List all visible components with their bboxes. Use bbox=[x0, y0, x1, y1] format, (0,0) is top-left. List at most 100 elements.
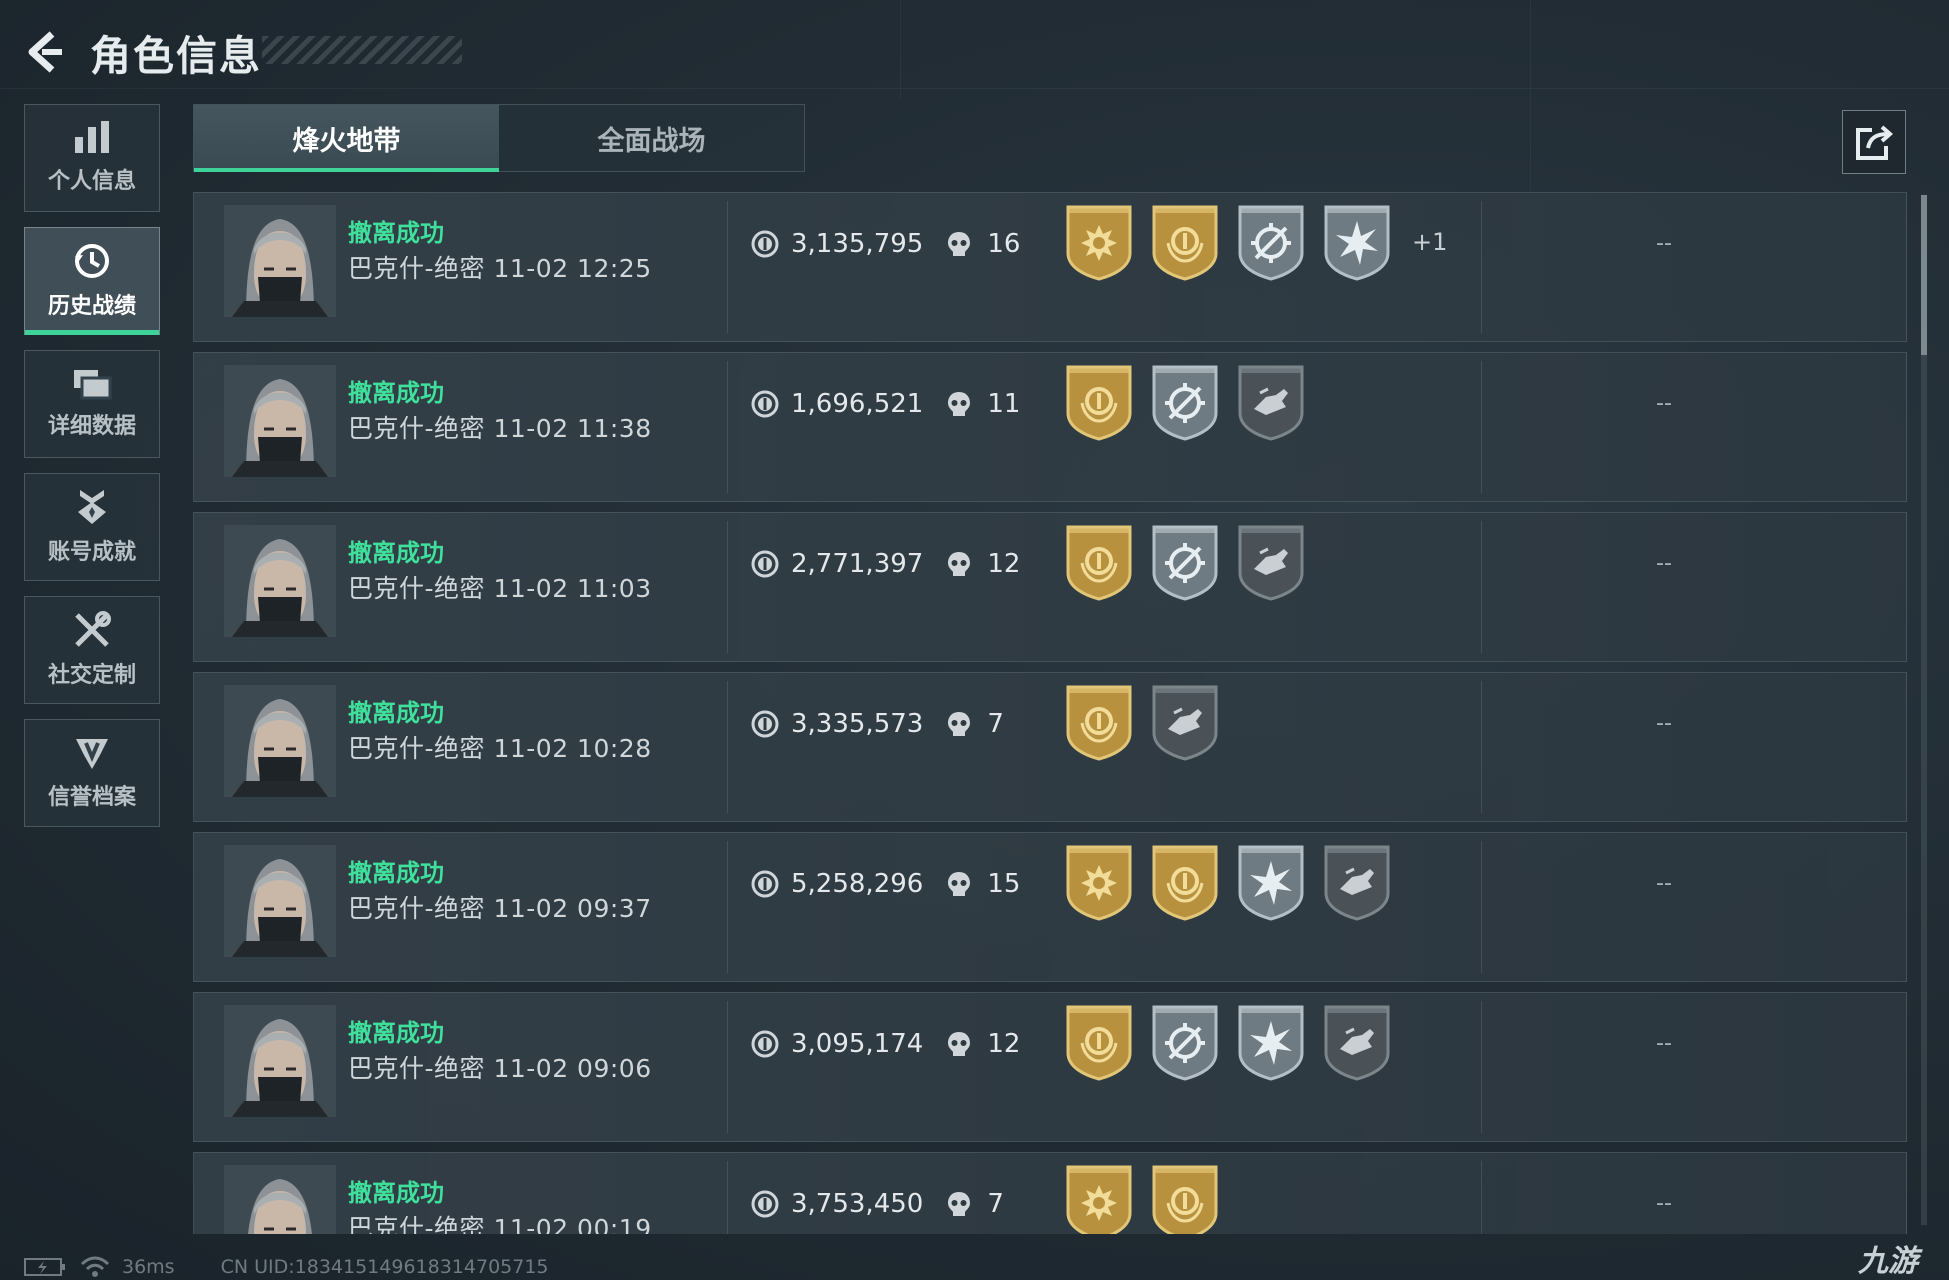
column-divider bbox=[727, 681, 728, 813]
gold-wreath-medal-icon[interactable] bbox=[1150, 203, 1220, 281]
gold-wreath-medal-icon[interactable] bbox=[1150, 1163, 1220, 1234]
list-scrollbar[interactable] bbox=[1921, 195, 1927, 1225]
back-arrow-icon[interactable] bbox=[20, 28, 68, 76]
silver-burst-medal-icon[interactable] bbox=[1236, 843, 1306, 921]
page-title: 角色信息 bbox=[90, 32, 262, 80]
rating-value: -- bbox=[1656, 1191, 1672, 1216]
bar-chart-icon bbox=[75, 121, 109, 153]
coin-icon bbox=[751, 390, 779, 418]
extract-status: 撤离成功 bbox=[348, 379, 444, 407]
extract-status: 撤离成功 bbox=[348, 859, 444, 887]
skull-icon bbox=[948, 552, 971, 576]
more-medals-count[interactable]: +1 bbox=[1412, 228, 1447, 256]
map-and-time: 巴克什-绝密 11-02 09:06 bbox=[348, 1054, 652, 1083]
rating-value: -- bbox=[1656, 711, 1672, 736]
loot-value: 3,335,573 bbox=[791, 709, 924, 739]
column-divider bbox=[1481, 361, 1482, 493]
map-and-time: 巴克什-绝密 11-02 11:03 bbox=[348, 574, 652, 603]
gold-wreath-medal-icon[interactable] bbox=[1064, 523, 1134, 601]
sidebar-item-credit[interactable]: 信誉档案 bbox=[24, 719, 160, 827]
medal-list bbox=[1064, 363, 1322, 441]
dark-hand-medal-icon[interactable] bbox=[1150, 683, 1220, 761]
dark-hand-medal-icon[interactable] bbox=[1322, 843, 1392, 921]
match-record-row[interactable]: 撤离成功 巴克什-绝密 11-02 11:38 1,696,521 11 -- bbox=[193, 352, 1907, 502]
skull-icon bbox=[948, 1192, 971, 1216]
kill-count: 12 bbox=[987, 1029, 1021, 1059]
match-record-row[interactable]: 撤离成功 巴克什-绝密 11-02 10:28 3,335,573 7 -- bbox=[193, 672, 1907, 822]
loot-value: 2,771,397 bbox=[791, 549, 924, 579]
gold-wreath-medal-icon[interactable] bbox=[1064, 1003, 1134, 1081]
column-divider bbox=[727, 201, 728, 333]
coin-icon bbox=[751, 710, 779, 738]
match-record-row[interactable]: 撤离成功 巴克什-绝密 11-02 00:19 3,753,450 7 -- bbox=[193, 1152, 1907, 1234]
match-record-row[interactable]: 撤离成功 巴克什-绝密 11-02 09:06 3,095,174 12 -- bbox=[193, 992, 1907, 1142]
extract-status: 撤离成功 bbox=[348, 1179, 444, 1207]
dark-hand-medal-icon[interactable] bbox=[1236, 363, 1306, 441]
loot-value-group: 3,135,795 16 bbox=[751, 229, 1020, 259]
kill-count: 7 bbox=[987, 1189, 1004, 1219]
loot-value-group: 3,753,450 7 bbox=[751, 1189, 1004, 1219]
sidebar-item-detail-data[interactable]: 详细数据 bbox=[24, 350, 160, 458]
medal-list bbox=[1064, 1163, 1236, 1234]
skull-icon bbox=[948, 392, 971, 416]
operator-avatar bbox=[224, 1165, 336, 1234]
rating-value: -- bbox=[1656, 391, 1672, 416]
column-divider bbox=[727, 521, 728, 653]
rating-value: -- bbox=[1656, 231, 1672, 256]
watermark-logo: 九游 bbox=[1858, 1244, 1918, 1279]
medal-list bbox=[1064, 683, 1236, 761]
silver-target-medal-icon[interactable] bbox=[1150, 523, 1220, 601]
sidebar-item-personal-info[interactable]: 个人信息 bbox=[24, 104, 160, 212]
sidebar-item-label: 社交定制 bbox=[47, 663, 136, 688]
operator-avatar bbox=[224, 685, 336, 797]
silver-target-medal-icon[interactable] bbox=[1236, 203, 1306, 281]
match-record-row[interactable]: 撤离成功 巴克什-绝密 11-02 12:25 3,135,795 16 +1 -- bbox=[193, 192, 1907, 342]
operator-avatar bbox=[224, 205, 336, 317]
medal-list: +1 bbox=[1064, 203, 1447, 281]
scrollbar-thumb[interactable] bbox=[1921, 195, 1927, 355]
battery-icon bbox=[24, 1258, 65, 1276]
column-divider bbox=[1481, 841, 1482, 973]
share-export-icon bbox=[1856, 125, 1894, 160]
operator-avatar bbox=[224, 1005, 336, 1117]
sidebar-item-label: 账号成就 bbox=[47, 540, 136, 565]
column-divider bbox=[1481, 1001, 1482, 1133]
gold-wreath-medal-icon[interactable] bbox=[1064, 363, 1134, 441]
share-button[interactable] bbox=[1842, 110, 1906, 174]
extract-status: 撤离成功 bbox=[348, 539, 444, 567]
match-record-row[interactable]: 撤离成功 巴克什-绝密 11-02 09:37 5,258,296 15 -- bbox=[193, 832, 1907, 982]
dark-hand-medal-icon[interactable] bbox=[1322, 1003, 1392, 1081]
map-and-time: 巴克什-绝密 11-02 11:38 bbox=[348, 414, 652, 443]
sidebar-item-label: 历史战绩 bbox=[47, 294, 136, 319]
extract-status: 撤离成功 bbox=[348, 699, 444, 727]
gold-wreath-medal-icon[interactable] bbox=[1150, 843, 1220, 921]
gold-sun-medal-icon[interactable] bbox=[1064, 1163, 1134, 1234]
rating-value: -- bbox=[1656, 871, 1672, 896]
tools-icon bbox=[75, 611, 111, 647]
silver-burst-medal-icon[interactable] bbox=[1322, 203, 1392, 281]
stacked-cards-icon bbox=[74, 370, 112, 400]
tab-full-battlefield[interactable]: 全面战场 bbox=[499, 105, 804, 171]
silver-target-medal-icon[interactable] bbox=[1150, 363, 1220, 441]
rating-value: -- bbox=[1656, 551, 1672, 576]
gold-wreath-medal-icon[interactable] bbox=[1064, 683, 1134, 761]
sidebar-item-label: 详细数据 bbox=[47, 414, 136, 439]
dark-hand-medal-icon[interactable] bbox=[1236, 523, 1306, 601]
gold-sun-medal-icon[interactable] bbox=[1064, 203, 1134, 281]
loot-value: 3,135,795 bbox=[791, 229, 924, 259]
sidebar-item-achievements[interactable]: 账号成就 bbox=[24, 473, 160, 581]
sidebar-item-social[interactable]: 社交定制 bbox=[24, 596, 160, 704]
operator-avatar bbox=[224, 525, 336, 637]
loot-value-group: 3,335,573 7 bbox=[751, 709, 1004, 739]
column-divider bbox=[1481, 521, 1482, 653]
medal-list bbox=[1064, 843, 1408, 921]
silver-target-medal-icon[interactable] bbox=[1150, 1003, 1220, 1081]
sidebar-item-match-history[interactable]: 历史战绩 bbox=[24, 227, 160, 335]
tab-hazard-zone[interactable]: 烽火地带 bbox=[194, 105, 499, 172]
sidebar-item-label: 信誉档案 bbox=[47, 785, 136, 810]
match-record-row[interactable]: 撤离成功 巴克什-绝密 11-02 11:03 2,771,397 12 -- bbox=[193, 512, 1907, 662]
silver-burst-medal-icon[interactable] bbox=[1236, 1003, 1306, 1081]
mode-tabs: 烽火地带 全面战场 bbox=[193, 104, 805, 172]
gold-sun-medal-icon[interactable] bbox=[1064, 843, 1134, 921]
sidebar-item-label: 个人信息 bbox=[47, 169, 136, 194]
